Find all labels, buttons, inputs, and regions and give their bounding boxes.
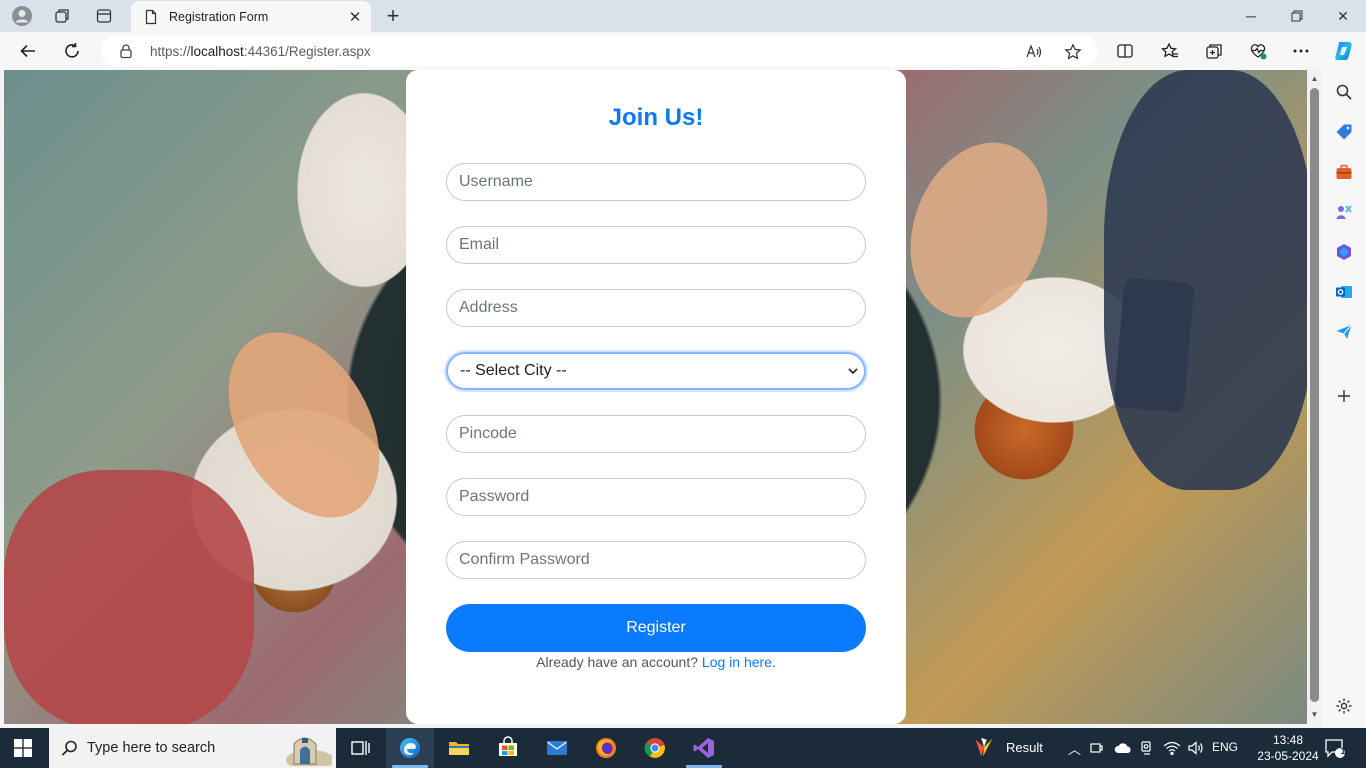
- chrome-icon[interactable]: [643, 736, 667, 760]
- volume-icon[interactable]: [1186, 736, 1206, 760]
- clock-time: 13:48: [1272, 733, 1304, 747]
- lock-icon[interactable]: [118, 43, 134, 59]
- address-bar[interactable]: https://localhost:44361/Register.aspx: [101, 35, 1097, 67]
- meet-now-icon[interactable]: [1138, 736, 1156, 760]
- tab-strip: Registration Form ✕ + ─ ✕: [0, 0, 1366, 32]
- city-select[interactable]: -- Select City --: [446, 352, 866, 390]
- address-input[interactable]: [459, 299, 865, 317]
- outlook-icon[interactable]: [1334, 282, 1354, 302]
- password-field[interactable]: [446, 478, 866, 516]
- page-icon: [145, 9, 157, 24]
- password-input[interactable]: [459, 488, 865, 506]
- copilot-icon[interactable]: [1332, 39, 1356, 63]
- page-scrollbar[interactable]: ▲ ▼: [1307, 70, 1322, 724]
- browser-toolbar: https://localhost:44361/Register.aspx: [0, 32, 1366, 70]
- more-options-icon[interactable]: [1291, 41, 1311, 61]
- scroll-down-arrow[interactable]: ▼: [1310, 710, 1319, 720]
- register-button[interactable]: Register: [446, 604, 866, 652]
- microsoft-store-icon[interactable]: [496, 736, 520, 760]
- games-icon[interactable]: [1334, 202, 1354, 222]
- email-input[interactable]: [459, 236, 865, 254]
- show-hidden-icons-chevron[interactable]: ︿: [1068, 739, 1081, 758]
- system-clock[interactable]: 13:48 23-05-2024: [1252, 732, 1324, 764]
- username-input[interactable]: [459, 173, 865, 191]
- chevron-down-icon: [848, 368, 858, 375]
- file-explorer-icon[interactable]: [447, 736, 471, 760]
- form-heading: Join Us!: [608, 104, 704, 131]
- pincode-field[interactable]: [446, 415, 866, 453]
- pincode-input[interactable]: [459, 425, 865, 443]
- edge-icon[interactable]: [398, 736, 422, 760]
- notification-count: 1: [1340, 746, 1346, 756]
- collections-icon[interactable]: [1204, 41, 1224, 61]
- result-label[interactable]: Result: [1006, 740, 1043, 755]
- favorite-star-icon[interactable]: [1064, 43, 1082, 61]
- city-select-value: -- Select City --: [460, 362, 567, 379]
- firefox-icon[interactable]: [594, 736, 618, 760]
- windows-start-icon[interactable]: [14, 739, 32, 757]
- new-tab-button[interactable]: +: [380, 3, 406, 28]
- confirm-password-input[interactable]: [459, 551, 865, 569]
- battery-network-icon[interactable]: [1088, 736, 1106, 760]
- taskbar-search-placeholder: Type here to search: [87, 740, 216, 756]
- back-button[interactable]: [13, 37, 43, 65]
- sidebar-settings-icon[interactable]: [1334, 696, 1354, 716]
- browser-essentials-icon[interactable]: [1248, 41, 1268, 61]
- shopping-tag-icon[interactable]: [1334, 122, 1354, 142]
- split-screen-icon[interactable]: [1115, 41, 1135, 61]
- username-field[interactable]: [446, 163, 866, 201]
- taskbar: Type here to search Result ︿ ENG 13:48 2…: [0, 728, 1366, 768]
- search-icon[interactable]: [1334, 82, 1354, 102]
- login-link[interactable]: Log in here.: [702, 654, 776, 670]
- task-view-icon[interactable]: [348, 736, 372, 760]
- workspaces-icon[interactable]: [48, 4, 76, 28]
- refresh-button[interactable]: [57, 37, 87, 65]
- result-app-icon[interactable]: [972, 736, 996, 760]
- search-highlight-image: [272, 730, 332, 766]
- close-tab-icon[interactable]: ✕: [345, 7, 365, 27]
- onedrive-cloud-icon[interactable]: [1113, 736, 1133, 760]
- url-text[interactable]: https://localhost:44361/Register.aspx: [150, 44, 371, 59]
- drop-send-icon[interactable]: [1334, 322, 1354, 342]
- tab-registration-form[interactable]: Registration Form ✕: [131, 1, 371, 32]
- login-prompt: Already have an account? Log in here.: [406, 654, 906, 670]
- clock-date: 23-05-2024: [1257, 749, 1319, 763]
- microsoft-365-icon[interactable]: [1334, 242, 1354, 262]
- search-icon: [61, 740, 77, 756]
- restore-button[interactable]: [1274, 0, 1320, 32]
- mail-icon[interactable]: [545, 736, 569, 760]
- tab-actions-icon[interactable]: [90, 4, 118, 28]
- registration-card: Join Us! -- Select City -- Register Alre…: [406, 70, 906, 724]
- minimize-button[interactable]: ─: [1228, 0, 1274, 32]
- login-prompt-text: Already have an account?: [536, 654, 699, 670]
- read-aloud-icon[interactable]: [1025, 43, 1043, 61]
- add-sidebar-app-icon[interactable]: [1334, 386, 1354, 406]
- close-window-button[interactable]: ✕: [1320, 0, 1366, 32]
- favorites-icon[interactable]: [1160, 41, 1180, 61]
- tools-briefcase-icon[interactable]: [1334, 162, 1354, 182]
- tab-title: Registration Form: [169, 9, 269, 24]
- edge-sidebar: [1322, 70, 1366, 728]
- scrollbar-thumb[interactable]: [1310, 88, 1319, 702]
- scroll-up-arrow[interactable]: ▲: [1310, 74, 1319, 84]
- profile-icon[interactable]: [8, 4, 36, 28]
- confirm-password-field[interactable]: [446, 541, 866, 579]
- notification-center-icon[interactable]: 1: [1322, 736, 1348, 760]
- visual-studio-icon[interactable]: [692, 736, 716, 760]
- email-field[interactable]: [446, 226, 866, 264]
- address-field[interactable]: [446, 289, 866, 327]
- taskbar-search-box[interactable]: Type here to search: [49, 728, 336, 768]
- language-indicator[interactable]: ENG: [1212, 740, 1238, 754]
- wifi-icon[interactable]: [1162, 736, 1182, 760]
